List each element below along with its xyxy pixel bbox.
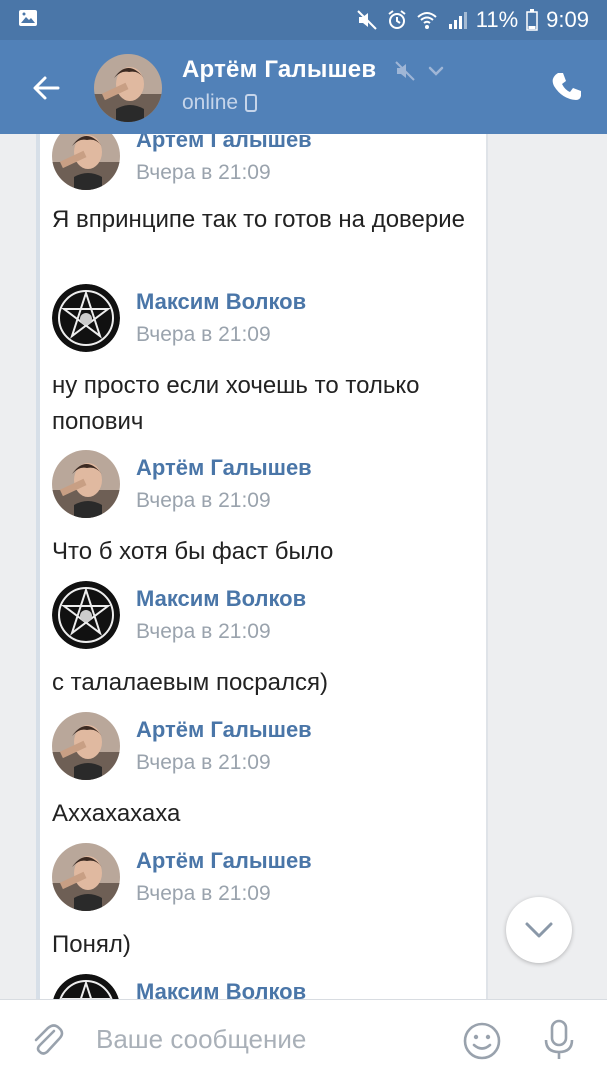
microphone-icon[interactable] (540, 1018, 578, 1062)
avatar[interactable] (52, 134, 120, 190)
phone-device-icon (245, 94, 258, 112)
gallery-notification-icon (19, 10, 37, 26)
contact-avatar[interactable] (94, 54, 162, 122)
pentagram-avatar (52, 284, 120, 352)
message-input[interactable]: Ваше сообщение (96, 1024, 306, 1055)
avatar[interactable] (52, 974, 120, 999)
message-text: Я впринципе так то готов на доверие (52, 206, 465, 233)
avatar-photo (52, 843, 120, 911)
message-author[interactable]: Максим Волков (136, 978, 306, 999)
scroll-down-button[interactable] (506, 897, 572, 963)
message-time: Вчера в 21:09 (136, 751, 271, 774)
status-bar: 11% 9:09 (0, 0, 607, 40)
message-author[interactable]: Максим Волков (136, 288, 306, 316)
arrow-left-icon[interactable] (28, 70, 64, 106)
pentagram-avatar (53, 974, 119, 999)
message-time: Вчера в 21:09 (136, 161, 271, 184)
message-header: Максим Волков (52, 974, 306, 999)
wifi-icon (417, 12, 437, 29)
smiley-icon[interactable] (462, 1021, 502, 1061)
online-status: online (182, 91, 239, 114)
message-header: Максим Волков Вчера в 21:09 (52, 581, 306, 649)
battery-level: 11% (475, 7, 519, 32)
pentagram-avatar (52, 581, 120, 649)
signal-icon (448, 12, 467, 29)
mute-status-icon (357, 10, 377, 30)
message-time: Вчера в 21:09 (136, 882, 271, 905)
avatar-photo (52, 134, 120, 190)
message-time: Вчера в 21:09 (136, 323, 271, 346)
avatar[interactable] (52, 581, 120, 649)
message-time: Вчера в 21:09 (136, 489, 271, 512)
avatar[interactable] (52, 450, 120, 518)
message-text: Что б хотя бы фаст было (52, 538, 334, 565)
message-text: Аххахахаха (52, 800, 181, 827)
message-text: с талалаевым посрался) (52, 669, 328, 696)
message-header: Артём Галышев Вчера в 21:09 (52, 712, 312, 780)
message-author[interactable]: Артём Галышев (136, 454, 312, 482)
avatar-photo (94, 54, 162, 122)
message-author[interactable]: Максим Волков (136, 585, 306, 613)
message-header: Максим Волков Вчера в 21:09 (52, 284, 306, 352)
avatar[interactable] (52, 843, 120, 911)
chat-header: Артём Галышев online (0, 40, 607, 134)
message-time: Вчера в 21:09 (136, 620, 271, 643)
message-text: ну просто если хочешь то только попович (52, 372, 420, 435)
message-author[interactable]: Артём Галышев (136, 716, 312, 744)
message-header: Артём Галышев Вчера в 21:09 (52, 450, 312, 518)
message-header: Артём Галышев Вчера в 21:09 (52, 134, 312, 190)
battery-icon (526, 9, 538, 31)
mute-icon (395, 61, 415, 81)
avatar-photo (52, 712, 120, 780)
message-header: Артём Галышев Вчера в 21:09 (52, 843, 312, 911)
contact-name[interactable]: Артём Галышев (182, 56, 376, 84)
phone-call-icon[interactable] (550, 70, 584, 104)
message-author[interactable]: Артём Галышев (136, 134, 312, 154)
message-author[interactable]: Артём Галышев (136, 847, 312, 875)
avatar[interactable] (52, 712, 120, 780)
message-list[interactable]: Артём Галышев Вчера в 21:09 Я впринципе … (0, 134, 607, 999)
message-text: Понял) (52, 931, 131, 958)
paperclip-icon[interactable] (28, 1021, 66, 1059)
clock: 9:09 (546, 7, 589, 32)
chevron-down-icon[interactable] (426, 60, 446, 82)
forward-quote-bar (36, 134, 40, 999)
chevron-down-icon (525, 922, 553, 938)
contact-status: online (182, 91, 258, 115)
avatar-photo (52, 450, 120, 518)
alarm-icon (388, 10, 406, 29)
card-border (486, 134, 488, 999)
message-composer: Ваше сообщение (0, 999, 607, 1081)
avatar[interactable] (52, 284, 120, 352)
